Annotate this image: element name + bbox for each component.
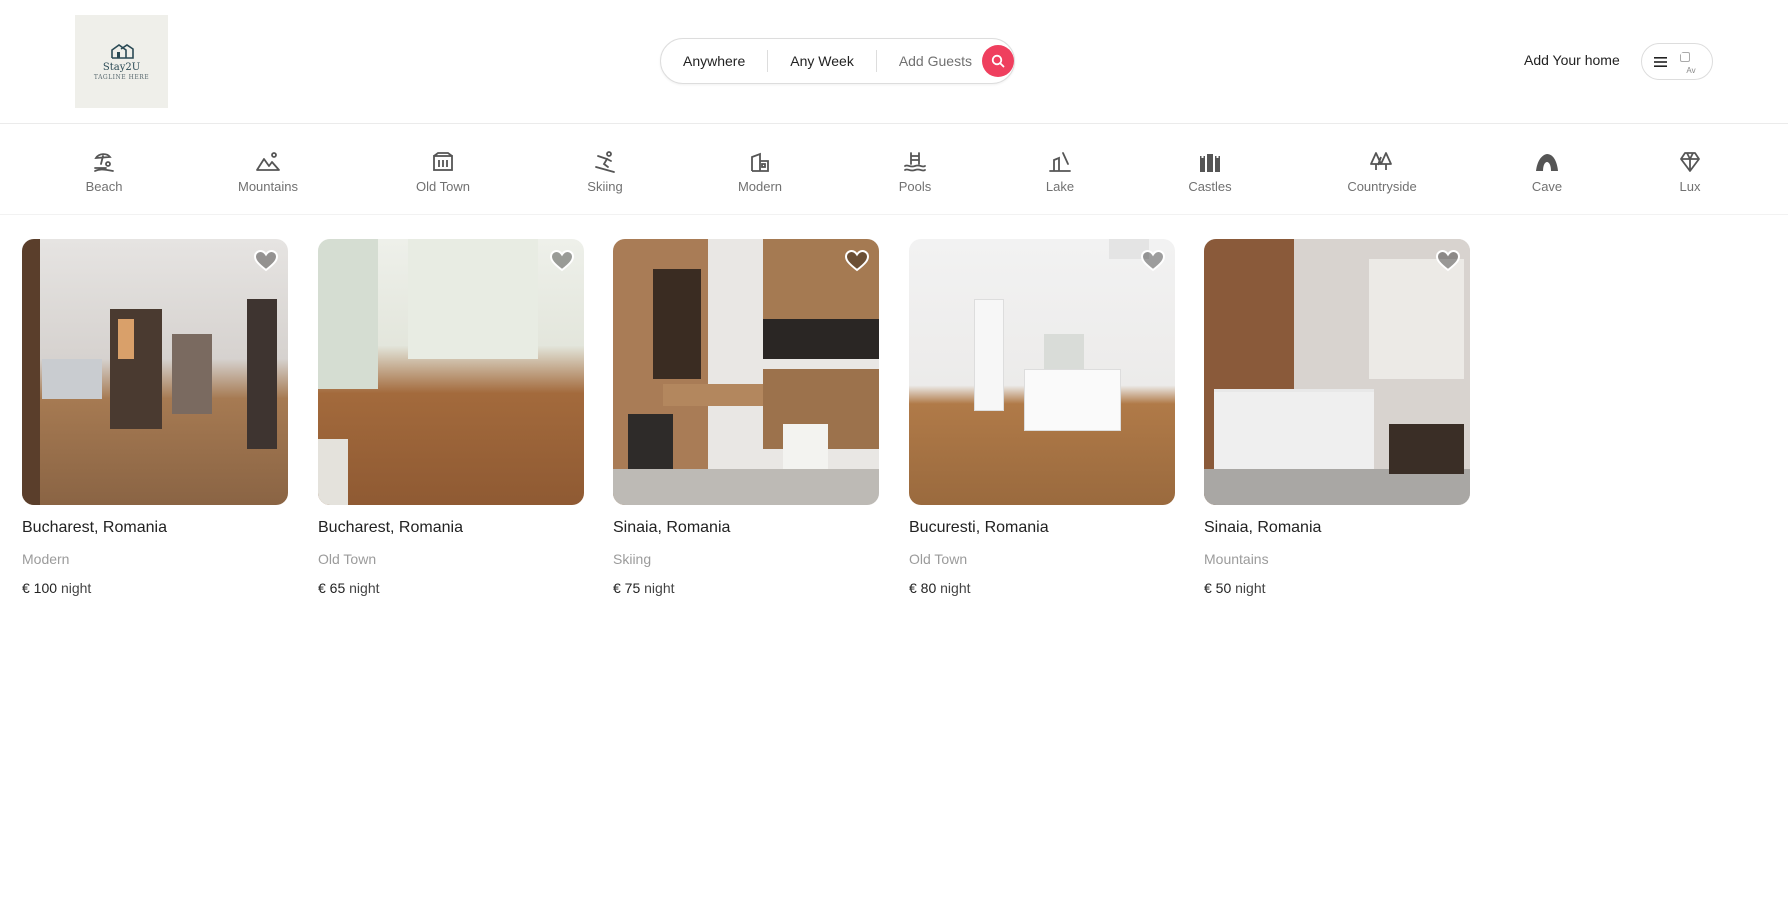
listing-card[interactable]: Bucharest, Romania Modern € 100 night xyxy=(22,239,288,596)
category-bar: Beach Mountains Old Town Skiing Modern P… xyxy=(0,124,1788,215)
listing-card[interactable]: Sinaia, Romania Skiing € 75 night xyxy=(613,239,879,596)
listing-price-line: € 80 night xyxy=(909,580,1175,596)
old-town-icon xyxy=(433,152,453,171)
category-skiing[interactable]: Skiing xyxy=(545,150,665,194)
listing-price-line: € 65 night xyxy=(318,580,584,596)
listing-photo[interactable] xyxy=(22,239,288,505)
listing-location: Sinaia, Romania xyxy=(1204,519,1322,536)
listing-price-unit: night xyxy=(644,580,675,596)
category-lake[interactable]: Lake xyxy=(1000,150,1120,194)
search-where[interactable]: Anywhere xyxy=(661,51,767,71)
listing-price-line: € 50 night xyxy=(1204,580,1470,596)
user-menu-button[interactable]: Av xyxy=(1641,43,1713,80)
category-label: Mountains xyxy=(238,179,298,194)
category-beach[interactable]: Beach xyxy=(44,150,164,194)
logo[interactable]: Stay2U TAGLINE HERE xyxy=(75,15,168,108)
category-label: Lux xyxy=(1679,179,1701,194)
lake-icon xyxy=(1049,152,1071,172)
avatar-alt-text: Av xyxy=(1686,65,1696,75)
listing-photo[interactable] xyxy=(909,239,1175,505)
listing-photo[interactable] xyxy=(1204,239,1470,505)
favorite-heart-icon[interactable] xyxy=(1140,249,1166,273)
modern-icon xyxy=(751,152,769,172)
listing-card[interactable]: Sinaia, Romania Mountains € 50 night xyxy=(1204,239,1470,596)
listing-price: € 65 xyxy=(318,580,346,596)
lux-icon xyxy=(1680,152,1700,172)
countryside-icon xyxy=(1370,152,1392,170)
mountains-icon xyxy=(256,152,280,171)
favorite-heart-icon[interactable] xyxy=(1435,249,1461,273)
listing-price: € 100 xyxy=(22,580,58,596)
listing-location: Bucuresti, Romania xyxy=(909,519,1049,536)
add-your-home-link[interactable]: Add Your home xyxy=(1524,52,1620,68)
listing-price-line: € 100 night xyxy=(22,580,288,596)
category-label: Pools xyxy=(898,179,932,194)
category-modern[interactable]: Modern xyxy=(700,150,820,194)
search-button[interactable] xyxy=(981,45,1014,77)
skiing-icon xyxy=(595,151,615,173)
listing-price-unit: night xyxy=(349,580,380,596)
listing-price-unit: night xyxy=(60,580,92,596)
house-logo-icon xyxy=(110,44,134,59)
logo-tagline: TAGLINE HERE xyxy=(93,74,150,81)
category-old-town[interactable]: Old Town xyxy=(383,150,503,194)
category-label: Old Town xyxy=(416,179,470,194)
cave-icon xyxy=(1536,154,1558,171)
category-label: Cave xyxy=(1531,179,1563,194)
listing-price-unit: night xyxy=(940,580,971,596)
castles-icon xyxy=(1200,154,1220,172)
avatar[interactable]: Av xyxy=(1678,49,1704,75)
favorite-heart-icon[interactable] xyxy=(549,249,575,273)
category-mountains[interactable]: Mountains xyxy=(208,150,328,194)
category-label: Beach xyxy=(85,179,123,194)
beach-icon xyxy=(94,153,114,172)
listing-price-unit: night xyxy=(1235,580,1266,596)
listing-price: € 50 xyxy=(1204,580,1232,596)
listing-category: Modern xyxy=(22,551,70,567)
category-lux[interactable]: Lux xyxy=(1630,150,1750,194)
favorite-heart-icon[interactable] xyxy=(844,249,870,273)
search-when[interactable]: Any Week xyxy=(768,51,876,71)
favorite-heart-icon[interactable] xyxy=(253,249,279,273)
listing-price: € 80 xyxy=(909,580,937,596)
category-countryside[interactable]: Countryside xyxy=(1322,150,1442,194)
listing-category: Old Town xyxy=(318,551,377,567)
category-label: Lake xyxy=(1045,179,1075,194)
listing-location: Bucharest, Romania xyxy=(22,519,167,536)
listing-card[interactable]: Bucharest, Romania Old Town € 65 night xyxy=(318,239,584,596)
search-bar[interactable]: Anywhere Any Week Add Guests xyxy=(660,38,1015,84)
top-header: Stay2U TAGLINE HERE Anywhere Any Week Ad… xyxy=(0,0,1788,124)
listing-category: Skiing xyxy=(613,551,652,567)
search-guests[interactable]: Add Guests xyxy=(877,51,982,71)
listing-location: Sinaia, Romania xyxy=(613,519,731,536)
listing-category: Mountains xyxy=(1204,551,1269,567)
listing-photo[interactable] xyxy=(613,239,879,505)
listing-location: Bucharest, Romania xyxy=(318,519,463,536)
listing-category: Old Town xyxy=(909,551,968,567)
listing-photo[interactable] xyxy=(318,239,584,505)
search-icon xyxy=(991,54,1005,68)
logo-name: Stay2U xyxy=(102,62,141,73)
pools-icon xyxy=(904,152,926,172)
category-cave[interactable]: Cave xyxy=(1487,150,1607,194)
category-label: Modern xyxy=(737,179,783,194)
category-label: Castles xyxy=(1188,179,1232,194)
category-label: Countryside xyxy=(1347,179,1417,194)
listing-price-line: € 75 night xyxy=(613,580,879,596)
category-label: Skiing xyxy=(587,179,623,194)
listing-price: € 75 xyxy=(613,580,641,596)
category-pools[interactable]: Pools xyxy=(855,150,975,194)
listing-card[interactable]: Bucuresti, Romania Old Town € 80 night xyxy=(909,239,1175,596)
hamburger-icon xyxy=(1654,56,1667,67)
category-castles[interactable]: Castles xyxy=(1150,150,1270,194)
broken-image-icon xyxy=(1680,51,1690,62)
